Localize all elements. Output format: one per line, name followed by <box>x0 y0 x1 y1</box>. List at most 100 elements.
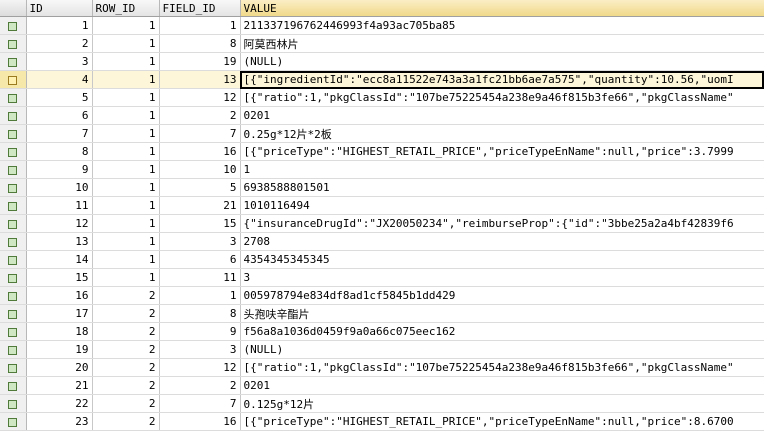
row-selector[interactable] <box>0 160 27 179</box>
cell-row-id[interactable]: 2 <box>92 358 160 377</box>
cell-id[interactable]: 3 <box>26 52 93 71</box>
table-row[interactable]: 8 1 16 [{"priceType":"HIGHEST_RETAIL_PRICE"… <box>0 142 764 161</box>
cell-row-id[interactable]: 1 <box>92 268 160 287</box>
cell-id[interactable]: 14 <box>26 250 93 269</box>
table-row[interactable]: 9 1 10 1 <box>0 160 764 179</box>
cell-row-id[interactable]: 1 <box>92 52 160 71</box>
cell-row-id[interactable]: 1 <box>92 34 160 53</box>
cell-row-id[interactable]: 1 <box>92 16 160 35</box>
cell-value[interactable]: (NULL) <box>240 52 764 71</box>
table-row[interactable]: 17 2 8 头孢呋辛酯片 <box>0 304 764 323</box>
cell-field-id[interactable]: 19 <box>159 52 241 71</box>
cell-id[interactable]: 4 <box>26 70 93 89</box>
cell-row-id[interactable]: 2 <box>92 394 160 413</box>
cell-row-id[interactable]: 2 <box>92 412 160 431</box>
cell-value[interactable]: 阿莫西林片 <box>240 34 764 53</box>
cell-field-id[interactable]: 8 <box>159 34 241 53</box>
cell-row-id[interactable]: 1 <box>92 88 160 107</box>
row-selector[interactable] <box>0 376 27 395</box>
column-header-row-id[interactable]: ROW_ID <box>92 0 160 17</box>
cell-id[interactable]: 12 <box>26 214 93 233</box>
cell-field-id[interactable]: 7 <box>159 124 241 143</box>
cell-row-id[interactable]: 1 <box>92 178 160 197</box>
cell-id[interactable]: 16 <box>26 286 93 305</box>
row-selector[interactable] <box>0 178 27 197</box>
cell-field-id[interactable]: 2 <box>159 106 241 125</box>
cell-field-id[interactable]: 12 <box>159 88 241 107</box>
row-selector[interactable] <box>0 394 27 413</box>
cell-row-id[interactable]: 2 <box>92 286 160 305</box>
cell-field-id[interactable]: 7 <box>159 394 241 413</box>
cell-value[interactable]: [{"ingredientId":"ecc8a11522e743a3a1fc21… <box>240 70 764 89</box>
cell-value[interactable]: f56a8a1036d0459f9a0a66c075eec162 <box>240 322 764 341</box>
cell-id[interactable]: 2 <box>26 34 93 53</box>
cell-id[interactable]: 23 <box>26 412 93 431</box>
cell-value[interactable]: 005978794e834df8ad1cf5845b1dd429 <box>240 286 764 305</box>
row-selector[interactable] <box>0 106 27 125</box>
cell-id[interactable]: 8 <box>26 142 93 161</box>
cell-id[interactable]: 20 <box>26 358 93 377</box>
cell-value[interactable]: [{"ratio":1,"pkgClassId":"107be75225454a… <box>240 88 764 107</box>
cell-id[interactable]: 18 <box>26 322 93 341</box>
cell-value[interactable]: 1010116494 <box>240 196 764 215</box>
table-row[interactable]: 22 2 7 0.125g*12片 <box>0 394 764 413</box>
cell-id[interactable]: 9 <box>26 160 93 179</box>
row-selector[interactable] <box>0 88 27 107</box>
cell-field-id[interactable]: 1 <box>159 16 241 35</box>
cell-value[interactable]: 4354345345345 <box>240 250 764 269</box>
table-row[interactable]: 16 2 1 005978794e834df8ad1cf5845b1dd429 <box>0 286 764 305</box>
table-row[interactable]: 1 1 1 211337196762446993f4a93ac705ba85 <box>0 16 764 35</box>
cell-id[interactable]: 10 <box>26 178 93 197</box>
table-row[interactable]: 13 1 3 2708 <box>0 232 764 251</box>
cell-value[interactable]: {"insuranceDrugId":"JX20050234","reimbur… <box>240 214 764 233</box>
row-selector-header[interactable] <box>0 0 27 17</box>
cell-field-id[interactable]: 15 <box>159 214 241 233</box>
cell-value[interactable]: 2708 <box>240 232 764 251</box>
cell-id[interactable]: 1 <box>26 16 93 35</box>
cell-id[interactable]: 13 <box>26 232 93 251</box>
cell-field-id[interactable]: 13 <box>159 70 241 89</box>
row-selector[interactable] <box>0 250 27 269</box>
column-header-value[interactable]: VALUE <box>240 0 764 17</box>
table-row[interactable]: 18 2 9 f56a8a1036d0459f9a0a66c075eec162 <box>0 322 764 341</box>
row-selector[interactable] <box>0 52 27 71</box>
cell-id[interactable]: 5 <box>26 88 93 107</box>
cell-row-id[interactable]: 1 <box>92 106 160 125</box>
row-selector[interactable] <box>0 34 27 53</box>
column-header-id[interactable]: ID <box>26 0 93 17</box>
cell-row-id[interactable]: 2 <box>92 376 160 395</box>
cell-field-id[interactable]: 9 <box>159 322 241 341</box>
cell-field-id[interactable]: 1 <box>159 286 241 305</box>
table-row[interactable]: 4 1 13 [{"ingredientId":"ecc8a11522e743a3a1… <box>0 70 764 89</box>
table-row[interactable]: 10 1 5 6938588801501 <box>0 178 764 197</box>
cell-value[interactable]: 211337196762446993f4a93ac705ba85 <box>240 16 764 35</box>
cell-field-id[interactable]: 3 <box>159 340 241 359</box>
column-header-field-id[interactable]: FIELD_ID <box>159 0 241 17</box>
row-selector[interactable] <box>0 196 27 215</box>
table-row[interactable]: 15 1 11 3 <box>0 268 764 287</box>
cell-value[interactable]: 0201 <box>240 106 764 125</box>
row-selector[interactable] <box>0 340 27 359</box>
cell-value[interactable]: 3 <box>240 268 764 287</box>
row-selector[interactable] <box>0 304 27 323</box>
row-selector[interactable] <box>0 412 27 431</box>
row-selector[interactable] <box>0 70 27 89</box>
cell-field-id[interactable]: 2 <box>159 376 241 395</box>
cell-row-id[interactable]: 2 <box>92 340 160 359</box>
cell-value[interactable]: [{"priceType":"HIGHEST_RETAIL_PRICE","pr… <box>240 412 764 431</box>
cell-row-id[interactable]: 1 <box>92 214 160 233</box>
cell-row-id[interactable]: 1 <box>92 70 160 89</box>
cell-value[interactable]: [{"priceType":"HIGHEST_RETAIL_PRICE","pr… <box>240 142 764 161</box>
cell-field-id[interactable]: 12 <box>159 358 241 377</box>
cell-id[interactable]: 11 <box>26 196 93 215</box>
cell-field-id[interactable]: 11 <box>159 268 241 287</box>
cell-row-id[interactable]: 1 <box>92 124 160 143</box>
row-selector[interactable] <box>0 322 27 341</box>
row-selector[interactable] <box>0 286 27 305</box>
cell-row-id[interactable]: 2 <box>92 304 160 323</box>
cell-value[interactable]: [{"ratio":1,"pkgClassId":"107be75225454a… <box>240 358 764 377</box>
cell-field-id[interactable]: 21 <box>159 196 241 215</box>
cell-id[interactable]: 17 <box>26 304 93 323</box>
cell-row-id[interactable]: 1 <box>92 232 160 251</box>
table-row[interactable]: 6 1 2 0201 <box>0 106 764 125</box>
